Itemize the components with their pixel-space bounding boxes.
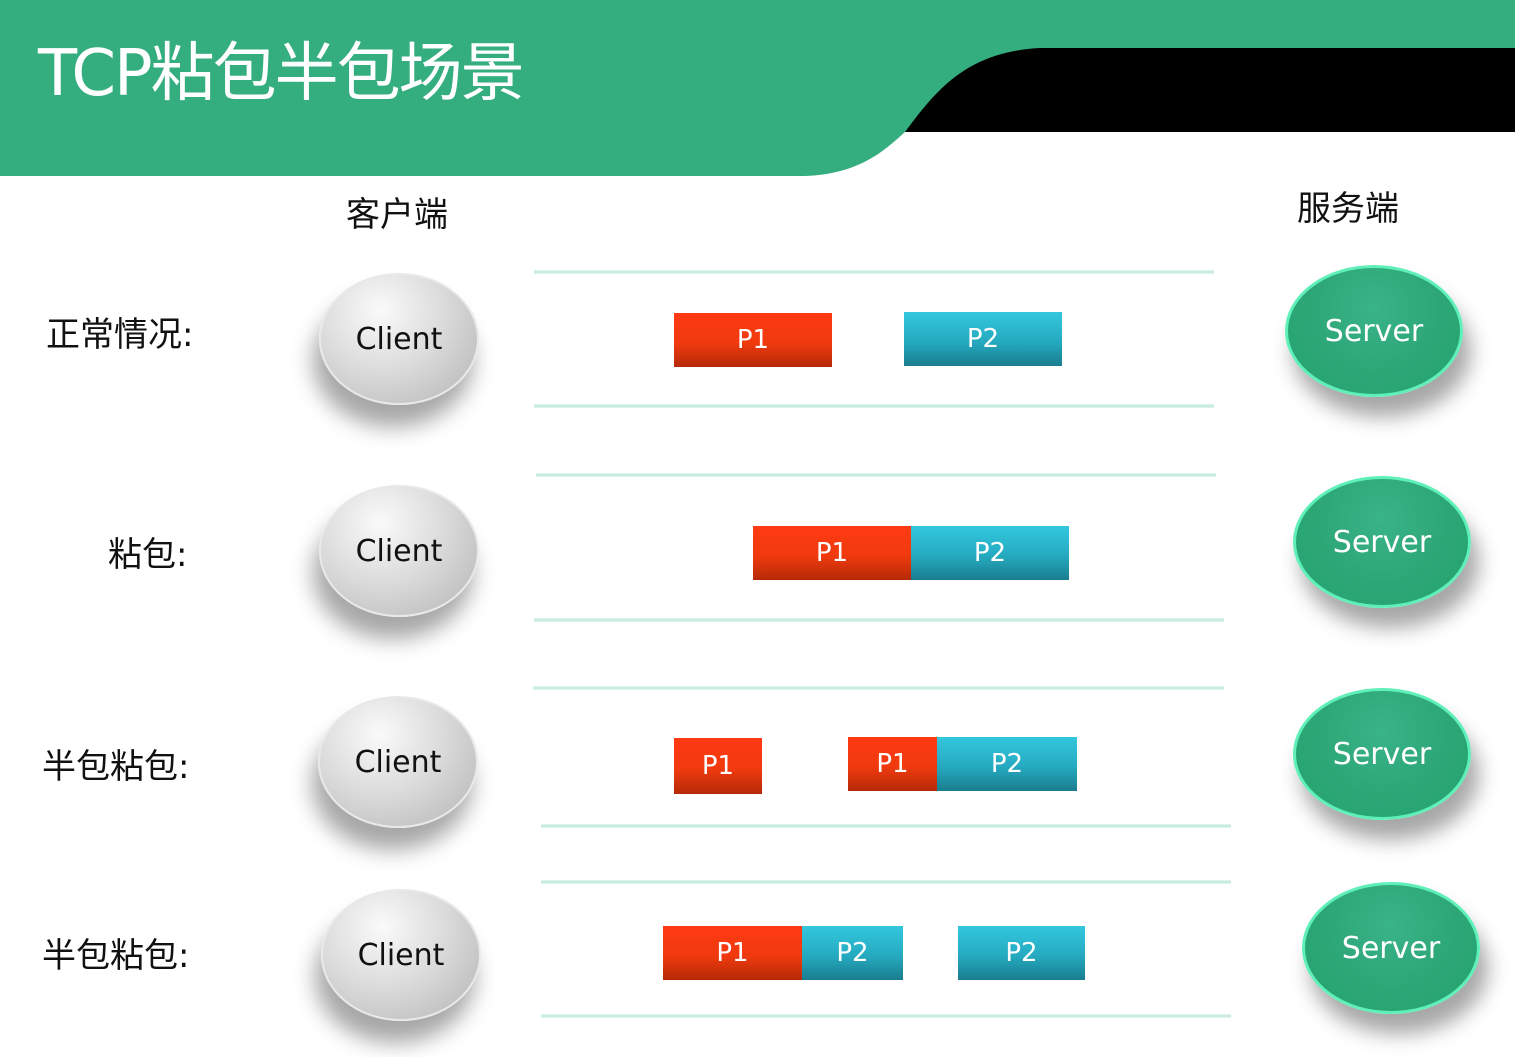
packet-p2-half: P2 xyxy=(958,926,1085,980)
server-node: Server xyxy=(1285,265,1463,397)
row-label-sticky: 粘包: xyxy=(108,535,188,575)
row-label-half-sticky-2: 半包粘包: xyxy=(42,936,190,976)
channel-bottom-line xyxy=(534,618,1224,622)
client-node: Client xyxy=(319,273,479,405)
packet-p2: P2 xyxy=(904,312,1062,366)
channel-top-line xyxy=(533,686,1224,690)
client-node: Client xyxy=(319,485,479,617)
page-title: TCP粘包半包场景 xyxy=(38,37,525,111)
server-node: Server xyxy=(1293,476,1471,608)
channel-top-line xyxy=(534,270,1214,274)
row-label-half-sticky-1: 半包粘包: xyxy=(42,747,190,787)
server-column-header: 服务端 xyxy=(1297,189,1399,229)
packet-p2-half: P2 xyxy=(802,926,903,980)
channel-top-line xyxy=(541,880,1231,884)
channel-bottom-line xyxy=(541,1014,1231,1018)
row-label-normal: 正常情况: xyxy=(46,315,194,355)
server-node: Server xyxy=(1293,688,1471,820)
channel-top-line xyxy=(536,473,1216,477)
client-column-header: 客户端 xyxy=(346,195,448,235)
packet-p1: P1 xyxy=(674,313,832,367)
packet-p2: P2 xyxy=(911,526,1069,580)
server-node: Server xyxy=(1302,882,1480,1014)
packet-p1: P1 xyxy=(753,526,911,580)
packet-p1-half: P1 xyxy=(674,738,762,794)
packet-p1-half: P1 xyxy=(848,737,937,791)
client-node: Client xyxy=(321,889,481,1021)
channel-bottom-line xyxy=(541,824,1231,828)
channel-bottom-line xyxy=(534,404,1214,408)
packet-p1: P1 xyxy=(663,926,802,980)
client-node: Client xyxy=(318,696,478,828)
packet-p2: P2 xyxy=(937,737,1077,791)
